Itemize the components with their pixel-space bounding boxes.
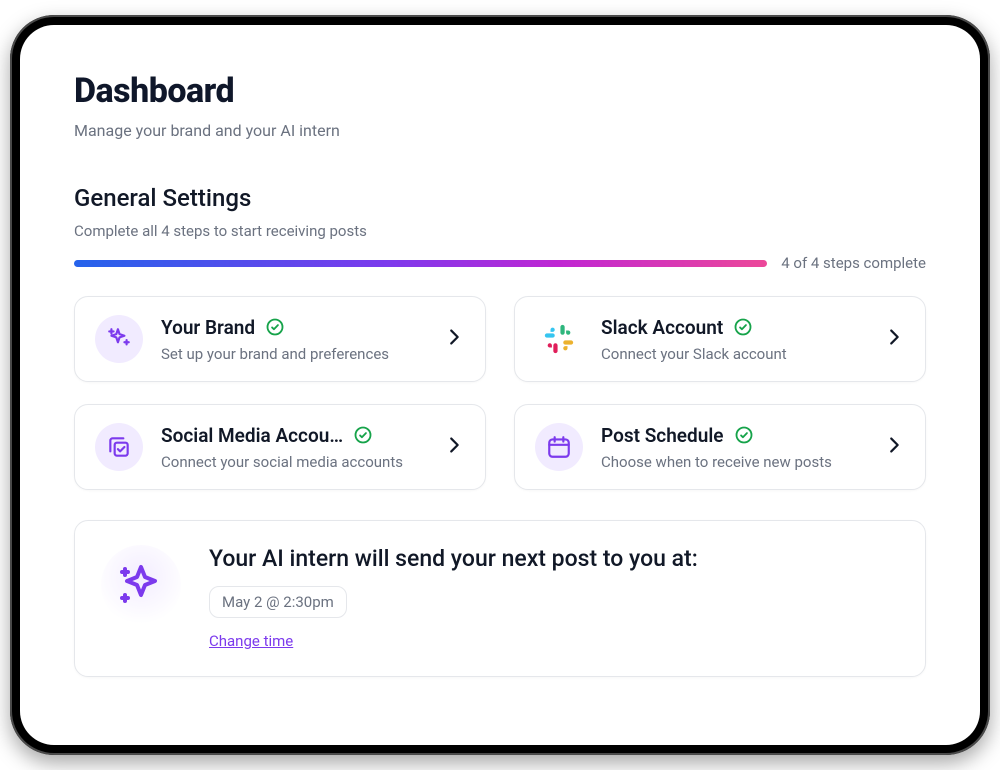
card-title: Social Media Accou… xyxy=(161,424,343,447)
progress-row: 4 of 4 steps complete xyxy=(74,254,926,272)
slack-icon xyxy=(535,315,583,363)
card-title: Slack Account xyxy=(601,316,723,339)
change-time-link[interactable]: Change time xyxy=(209,632,293,650)
section-title-general-settings: General Settings xyxy=(74,184,926,212)
tablet-frame: Dashboard Manage your brand and your AI … xyxy=(10,15,990,755)
next-post-time-pill: May 2 @ 2:30pm xyxy=(209,586,347,618)
card-social-media-accounts[interactable]: Social Media Accou… Connect your social … xyxy=(74,404,486,490)
next-post-title: Your AI intern will send your next post … xyxy=(209,545,698,572)
chevron-right-icon xyxy=(883,434,905,460)
card-desc: Choose when to receive new posts xyxy=(601,453,865,471)
next-post-panel: Your AI intern will send your next post … xyxy=(74,520,926,677)
card-desc: Connect your social media accounts xyxy=(161,453,425,471)
chevron-right-icon xyxy=(443,326,465,352)
card-your-brand[interactable]: Your Brand Set up your brand and prefere… xyxy=(74,296,486,382)
card-desc: Connect your Slack account xyxy=(601,345,865,363)
section-subtitle: Complete all 4 steps to start receiving … xyxy=(74,222,926,240)
chevron-right-icon xyxy=(443,434,465,460)
copy-check-icon xyxy=(95,423,143,471)
check-circle-icon xyxy=(734,425,754,445)
progress-label: 4 of 4 steps complete xyxy=(781,254,926,272)
card-title: Your Brand xyxy=(161,316,255,339)
calendar-icon xyxy=(535,423,583,471)
card-title: Post Schedule xyxy=(601,424,724,447)
card-slack-account[interactable]: Slack Account Connect your Slack account xyxy=(514,296,926,382)
sparkles-icon xyxy=(95,315,143,363)
check-circle-icon xyxy=(265,317,285,337)
app-viewport: Dashboard Manage your brand and your AI … xyxy=(20,25,980,745)
card-post-schedule[interactable]: Post Schedule Choose when to receive new… xyxy=(514,404,926,490)
settings-cards-grid: Your Brand Set up your brand and prefere… xyxy=(74,296,926,490)
page-title: Dashboard xyxy=(74,71,926,111)
check-circle-icon xyxy=(353,425,373,445)
progress-bar xyxy=(74,260,767,267)
sparkle-large-icon xyxy=(101,545,181,625)
card-desc: Set up your brand and preferences xyxy=(161,345,425,363)
page-subtitle: Manage your brand and your AI intern xyxy=(74,121,926,140)
check-circle-icon xyxy=(733,317,753,337)
chevron-right-icon xyxy=(883,326,905,352)
